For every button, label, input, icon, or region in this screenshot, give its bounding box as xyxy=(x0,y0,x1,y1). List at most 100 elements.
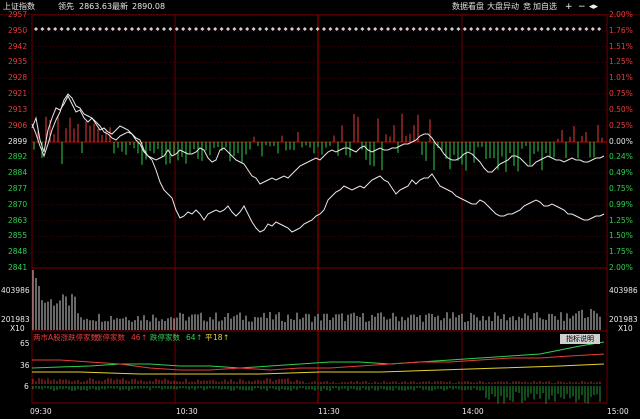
event-marker xyxy=(168,27,173,31)
price-tick: 2942 xyxy=(8,41,28,51)
pct-tick: 1.25% xyxy=(609,57,633,67)
volume-unit-right: X10 xyxy=(618,324,633,333)
down-limit-label: 跌停家数 xyxy=(150,333,180,342)
event-marker xyxy=(162,27,166,31)
event-marker xyxy=(514,27,518,31)
pct-tick: 0.24% xyxy=(609,152,633,162)
event-marker xyxy=(264,27,269,31)
event-marker xyxy=(315,27,320,31)
event-marker xyxy=(354,27,358,31)
indicator-red-bars xyxy=(32,378,601,384)
price-tick: 2921 xyxy=(8,89,28,99)
event-marker xyxy=(34,27,38,31)
pct-tick: 2.00% xyxy=(609,10,633,19)
price-tick: 2928 xyxy=(8,73,28,83)
pct-tick: 0.49% xyxy=(609,168,633,178)
event-marker xyxy=(309,27,314,31)
event-marker xyxy=(85,27,90,31)
event-marker xyxy=(373,27,378,31)
flat-label: 平 xyxy=(205,333,213,342)
event-marker xyxy=(322,27,326,31)
up-arrow-icon-2: ↑ xyxy=(196,333,203,342)
volume-mid-left: 201983 xyxy=(1,315,30,324)
price-tick: 2892 xyxy=(8,152,28,162)
price-tick: 2913 xyxy=(8,104,28,114)
pct-tick: 0.75% xyxy=(609,183,633,193)
price-tick: 2863 xyxy=(8,215,28,225)
event-marker xyxy=(590,27,595,31)
event-marker xyxy=(181,27,186,31)
event-marker xyxy=(546,27,550,31)
indicator-green-bars xyxy=(32,386,601,404)
price-tick: 2855 xyxy=(8,231,28,241)
volume-top-left: 403986 xyxy=(1,286,30,295)
pct-tick: 1.76% xyxy=(609,25,633,35)
time-label-1030: 10:30 xyxy=(176,407,198,416)
event-marker xyxy=(462,27,467,31)
price-tick: 2935 xyxy=(8,57,28,67)
event-marker xyxy=(360,27,365,31)
event-marker xyxy=(72,27,77,31)
pct-tick: 1.51% xyxy=(609,41,633,51)
time-label-1130: 11:30 xyxy=(318,407,340,416)
event-marker xyxy=(206,27,211,31)
event-marker xyxy=(213,27,218,31)
event-marker xyxy=(277,27,282,31)
event-marker xyxy=(226,27,230,31)
pct-tick: 0.50% xyxy=(609,104,633,114)
event-marker xyxy=(501,27,506,31)
volume-mid-right: 201983 xyxy=(609,315,638,324)
event-marker xyxy=(456,27,461,31)
time-label-1400: 14:00 xyxy=(462,407,484,416)
event-marker xyxy=(405,27,410,31)
up-arrow-icon: ↑ xyxy=(141,333,148,342)
volume-unit-left: X10 xyxy=(10,324,25,333)
event-marker xyxy=(123,27,128,31)
pct-tick: 1.50% xyxy=(609,231,633,241)
down-limit-value: 64 xyxy=(186,333,196,342)
event-marker xyxy=(507,27,512,31)
event-marker xyxy=(366,27,371,31)
event-marker xyxy=(552,27,557,31)
indicator-axis-low: 6 xyxy=(24,382,29,391)
indicator-axis-top: 65 xyxy=(20,339,30,348)
pct-tick: 1.75% xyxy=(609,247,633,257)
time-label-0930: 09:30 xyxy=(30,407,52,416)
event-marker xyxy=(66,27,70,31)
pct-tick: 0.75% xyxy=(609,89,633,99)
event-marker xyxy=(117,27,122,31)
pct-tick: 0.00% xyxy=(609,136,633,146)
event-marker xyxy=(597,27,602,31)
event-marker xyxy=(110,27,115,31)
price-tick: 2884 xyxy=(8,168,28,178)
pct-tick: 0.99% xyxy=(609,199,633,209)
price-tick: 2906 xyxy=(8,120,28,130)
indicator-help-button[interactable]: 指标说明 xyxy=(560,334,600,344)
event-marker xyxy=(469,27,474,31)
event-marker xyxy=(558,27,563,31)
up-arrow-icon-3: ↑ xyxy=(223,333,230,342)
event-marker xyxy=(398,27,403,31)
event-marker xyxy=(418,27,422,31)
price-tick: 2870 xyxy=(8,199,28,209)
event-marker xyxy=(302,27,307,31)
indicator-title: 两市A股涨跌停家数 xyxy=(33,333,99,342)
indicator-axis-mid: 36 xyxy=(20,361,30,370)
event-marker xyxy=(565,27,570,31)
event-marker xyxy=(130,27,134,31)
price-tick: 2848 xyxy=(8,247,28,257)
up-limit-label: 涨停家数 xyxy=(95,333,125,342)
event-marker xyxy=(411,27,416,31)
price-tick: 2957 xyxy=(8,10,28,19)
price-tick: 2950 xyxy=(8,25,28,35)
time-label-1500: 15:00 xyxy=(607,407,629,416)
up-limit-value: 46 xyxy=(131,333,141,342)
event-marker xyxy=(270,27,275,31)
event-marker xyxy=(494,27,499,31)
event-marker xyxy=(219,27,224,31)
price-tick: 2899 xyxy=(8,136,28,146)
pct-tick: 2.00% xyxy=(609,263,633,272)
event-marker xyxy=(258,27,262,31)
flat-value: 18 xyxy=(213,333,223,342)
volume-bars xyxy=(32,270,601,330)
